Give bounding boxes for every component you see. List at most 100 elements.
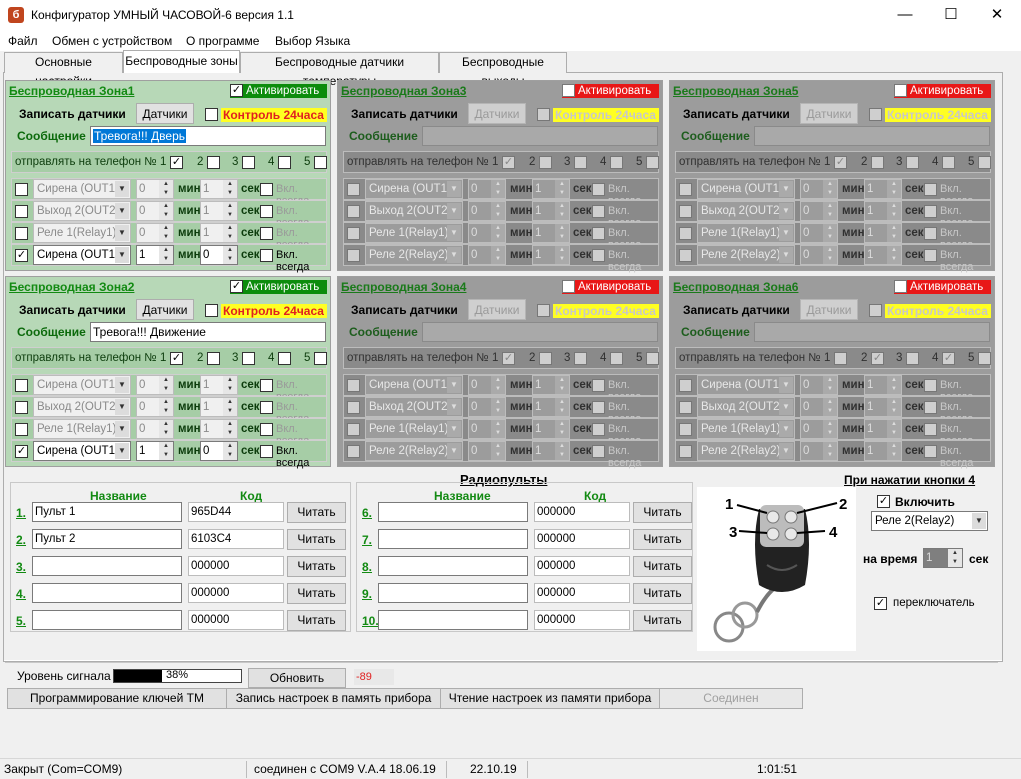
tab-main-settings[interactable]: Основные настройки: [4, 52, 123, 88]
remote-name-input[interactable]: [32, 556, 182, 576]
output-select[interactable]: Выход 2(OUT2 ▼: [365, 397, 463, 417]
seconds-spinner[interactable]: 1 ▲ ▼: [532, 201, 570, 221]
output-select[interactable]: Реле 1(Relay1) ▼: [33, 223, 131, 243]
remote-name-input[interactable]: [378, 583, 528, 603]
minutes-spinner[interactable]: 0 ▲ ▼: [468, 397, 506, 417]
seconds-spinner[interactable]: 1 ▲ ▼: [532, 441, 570, 461]
seconds-spinner[interactable]: 1 ▲ ▼: [532, 419, 570, 439]
minutes-spinner[interactable]: 0 ▲ ▼: [136, 419, 174, 439]
tab-wireless-outputs[interactable]: Беспроводные выходы: [439, 52, 567, 88]
minutes-spinner[interactable]: 0 ▲ ▼: [468, 245, 506, 265]
minutes-spinner[interactable]: 0 ▲ ▼: [136, 201, 174, 221]
output-select[interactable]: Выход 2(OUT2 ▼: [697, 397, 795, 417]
toggle-checkbox[interactable]: ✓: [874, 597, 887, 610]
phone-3-checkbox[interactable]: [574, 156, 587, 169]
minutes-spinner[interactable]: 0 ▲ ▼: [468, 419, 506, 439]
control24-checkbox[interactable]: [205, 304, 218, 317]
control24-checkbox[interactable]: [869, 108, 882, 121]
sensors-button[interactable]: Датчики: [136, 103, 194, 124]
seconds-spinner[interactable]: 1 ▲ ▼: [864, 201, 902, 221]
output-select[interactable]: Реле 1(Relay1) ▼: [33, 419, 131, 439]
phone-2-checkbox[interactable]: [539, 352, 552, 365]
always-on-checkbox[interactable]: [592, 423, 605, 436]
seconds-spinner[interactable]: 1 ▲ ▼: [200, 397, 238, 417]
read-remote-button[interactable]: Читать: [633, 529, 692, 550]
seconds-spinner[interactable]: 1 ▲ ▼: [864, 245, 902, 265]
output-select[interactable]: Сирена (OUT1 ▼: [33, 179, 131, 199]
output-checkbox[interactable]: [679, 445, 692, 458]
seconds-spinner[interactable]: 1 ▲ ▼: [200, 179, 238, 199]
sensors-button[interactable]: Датчики: [800, 103, 858, 124]
output-select[interactable]: Сирена (OUT1 ▼: [33, 441, 131, 461]
output-select[interactable]: Реле 1(Relay1) ▼: [697, 419, 795, 439]
output-checkbox[interactable]: [347, 423, 360, 436]
output-checkbox[interactable]: [679, 205, 692, 218]
seconds-spinner[interactable]: 1 ▲ ▼: [864, 223, 902, 243]
message-input[interactable]: Тревога!!! Дверь: [90, 126, 326, 146]
output-select[interactable]: Сирена (OUT1 ▼: [33, 245, 131, 265]
sensors-button[interactable]: Датчики: [468, 299, 526, 320]
phone-1-checkbox[interactable]: ✓: [834, 156, 847, 169]
tab-wireless-temp-sensors[interactable]: Беспроводные датчики температуры: [240, 52, 439, 88]
minutes-spinner[interactable]: 0 ▲ ▼: [468, 223, 506, 243]
phone-5-checkbox[interactable]: [978, 352, 991, 365]
always-on-checkbox[interactable]: [260, 249, 273, 262]
always-on-checkbox[interactable]: [924, 401, 937, 414]
seconds-spinner[interactable]: 1 ▲ ▼: [200, 375, 238, 395]
read-remote-button[interactable]: Читать: [287, 529, 346, 550]
always-on-checkbox[interactable]: [592, 249, 605, 262]
close-button[interactable]: ✕: [974, 0, 1020, 31]
output-select[interactable]: Реле 2(Relay2) ▼: [697, 245, 795, 265]
output-select[interactable]: Выход 2(OUT2 ▼: [33, 397, 131, 417]
seconds-spinner[interactable]: 1 ▲ ▼: [200, 419, 238, 439]
phone-4-checkbox[interactable]: [942, 156, 955, 169]
sensors-button[interactable]: Датчики: [136, 299, 194, 320]
always-on-checkbox[interactable]: [924, 205, 937, 218]
output-checkbox[interactable]: ✓: [15, 249, 28, 262]
read-remote-button[interactable]: Читать: [633, 583, 692, 604]
output-checkbox[interactable]: [347, 227, 360, 240]
seconds-spinner[interactable]: 1 ▲ ▼: [864, 441, 902, 461]
phone-2-checkbox[interactable]: [871, 156, 884, 169]
activate-checkbox[interactable]: [562, 84, 575, 97]
output-checkbox[interactable]: [347, 401, 360, 414]
output-select[interactable]: Сирена (OUT1 ▼: [697, 375, 795, 395]
always-on-checkbox[interactable]: [260, 227, 273, 240]
maximize-button[interactable]: ☐: [928, 0, 974, 31]
output-checkbox[interactable]: [679, 183, 692, 196]
phone-2-checkbox[interactable]: [539, 156, 552, 169]
output-checkbox[interactable]: [15, 227, 28, 240]
remote-name-input[interactable]: [32, 610, 182, 630]
phone-5-checkbox[interactable]: [314, 352, 327, 365]
phone-2-checkbox[interactable]: [207, 352, 220, 365]
seconds-spinner[interactable]: 1 ▲ ▼: [200, 201, 238, 221]
activate-toggle[interactable]: Активировать: [562, 280, 659, 294]
phone-4-checkbox[interactable]: [610, 156, 623, 169]
seconds-spinner[interactable]: 1 ▲ ▼: [532, 375, 570, 395]
seconds-spinner[interactable]: 1 ▲ ▼: [532, 223, 570, 243]
phone-1-checkbox[interactable]: ✓: [502, 156, 515, 169]
minutes-spinner[interactable]: 1 ▲ ▼: [136, 441, 174, 461]
phone-3-checkbox[interactable]: [906, 156, 919, 169]
seconds-spinner[interactable]: 1 ▲ ▼: [532, 179, 570, 199]
minutes-spinner[interactable]: 0 ▲ ▼: [136, 179, 174, 199]
menu-exchange[interactable]: Обмен с устройством: [52, 34, 172, 48]
minutes-spinner[interactable]: 1 ▲ ▼: [136, 245, 174, 265]
phone-3-checkbox[interactable]: [574, 352, 587, 365]
activate-checkbox[interactable]: [894, 84, 907, 97]
minutes-spinner[interactable]: 0 ▲ ▼: [136, 375, 174, 395]
output-checkbox[interactable]: ✓: [15, 445, 28, 458]
control24-checkbox[interactable]: [205, 108, 218, 121]
minutes-spinner[interactable]: 0 ▲ ▼: [800, 441, 838, 461]
seconds-spinner[interactable]: 1 ▲ ▼: [532, 397, 570, 417]
read-remote-button[interactable]: Читать: [287, 556, 346, 577]
activate-checkbox[interactable]: ✓: [230, 84, 243, 97]
remote-name-input[interactable]: [378, 610, 528, 630]
menu-about[interactable]: О программе: [186, 34, 259, 48]
phone-1-checkbox[interactable]: ✓: [502, 352, 515, 365]
menu-language[interactable]: Выбор Языка: [275, 34, 350, 48]
seconds-spinner[interactable]: 1 ▲ ▼: [532, 245, 570, 265]
output-select[interactable]: Выход 2(OUT2 ▼: [33, 201, 131, 221]
activate-toggle[interactable]: Активировать: [894, 84, 991, 98]
sensors-button[interactable]: Датчики: [468, 103, 526, 124]
